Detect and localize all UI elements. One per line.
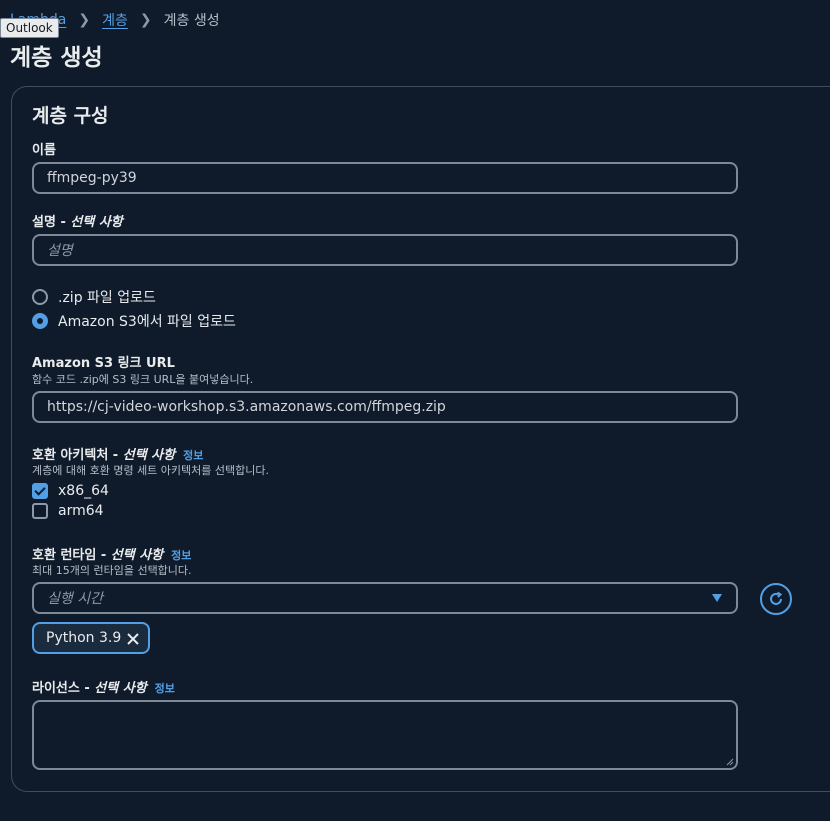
refresh-button[interactable]	[760, 583, 792, 615]
name-input[interactable]: ffmpeg-py39	[32, 162, 738, 194]
runtime-select[interactable]: 실행 시간	[32, 582, 738, 614]
resize-handle-icon[interactable]	[726, 758, 734, 766]
upload-zip-radio[interactable]: .zip 파일 업로드	[32, 287, 156, 307]
s3-url-input[interactable]: https://cj-video-workshop.s3.amazonaws.c…	[32, 391, 738, 423]
license-textarea[interactable]	[32, 700, 738, 770]
runtime-token: Python 3.9	[32, 622, 150, 654]
license-info-link[interactable]: 정보	[155, 682, 175, 695]
chevron-right-icon: ❯	[78, 12, 91, 28]
caret-down-icon	[712, 594, 722, 602]
runtime-label: 호환 런타임 - 선택 사항 정보	[32, 548, 192, 563]
breadcrumb-layers-link[interactable]: 계층	[102, 10, 128, 30]
upload-s3-radio[interactable]: Amazon S3에서 파일 업로드	[32, 311, 236, 331]
license-label: 라이선스 - 선택 사항 정보	[32, 681, 175, 696]
tooltip: Outlook	[0, 18, 59, 38]
radio-button[interactable]	[32, 313, 48, 329]
page-title: 계층 생성	[10, 45, 103, 71]
description-input[interactable]: 설명	[32, 234, 738, 266]
chevron-right-icon: ❯	[139, 12, 152, 28]
checkbox[interactable]	[32, 483, 48, 499]
arch-x86-checkbox[interactable]: x86_64	[32, 483, 109, 499]
radio-label: .zip 파일 업로드	[58, 290, 156, 306]
architecture-label: 호환 아키텍처 - 선택 사항 정보	[32, 448, 204, 463]
s3-url-description: 함수 코드 .zip에 S3 링크 URL을 붙여넣습니다.	[32, 373, 254, 386]
checkbox-label: x86_64	[58, 483, 109, 499]
checkbox-label: arm64	[58, 503, 104, 519]
runtime-token-label: Python 3.9	[46, 630, 122, 646]
close-icon[interactable]	[126, 632, 140, 646]
radio-label: Amazon S3에서 파일 업로드	[58, 314, 236, 330]
runtime-description: 최대 15개의 런타임을 선택합니다.	[32, 564, 192, 577]
name-label: 이름	[32, 143, 56, 158]
runtime-info-link[interactable]: 정보	[171, 549, 191, 562]
breadcrumb-current: 계층 생성	[163, 13, 220, 29]
s3-url-label: Amazon S3 링크 URL	[32, 356, 175, 371]
refresh-icon	[770, 591, 783, 605]
radio-button[interactable]	[32, 289, 48, 305]
panel-title: 계층 구성	[32, 105, 109, 127]
arch-arm64-checkbox[interactable]: arm64	[32, 503, 104, 519]
architecture-info-link[interactable]: 정보	[183, 449, 203, 462]
runtime-select-placeholder: 실행 시간	[47, 591, 103, 607]
architecture-description: 계층에 대해 호환 명령 세트 아키텍처를 선택합니다.	[32, 464, 269, 477]
description-label: 설명 - 선택 사항	[32, 215, 123, 230]
checkbox[interactable]	[32, 503, 48, 519]
